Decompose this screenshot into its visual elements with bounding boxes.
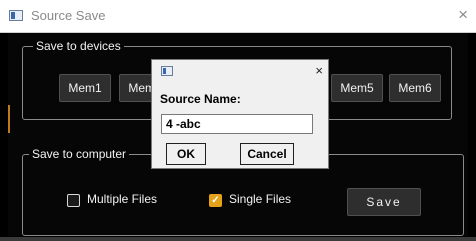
save-button[interactable]: Save [347,188,421,216]
dialog-window-icon [161,66,173,76]
source-name-label: Source Name: [160,92,241,106]
left-accent-bar [8,105,10,133]
ok-button[interactable]: OK [166,143,206,165]
source-name-input[interactable]: 4 -abc [161,114,313,134]
source-name-dialog: × Source Name: 4 -abc OK Cancel [151,59,329,169]
save-to-computer-title: Save to computer [29,147,130,161]
multiple-files-checkbox[interactable] [67,194,80,207]
window-title: Source Save [31,8,106,23]
mem5-button[interactable]: Mem5 [331,74,383,102]
app-window-icon [9,10,23,21]
multiple-files-label: Multiple Files [87,192,158,206]
bottom-status-strip [0,237,476,241]
dialog-close-icon[interactable]: × [315,63,323,78]
single-files-checkbox[interactable]: ✓ [209,194,222,207]
single-files-label: Single Files [229,192,292,206]
cancel-button[interactable]: Cancel [240,143,294,165]
title-bar: Source Save × [0,0,476,33]
close-icon[interactable]: × [458,5,468,25]
save-to-devices-title: Save to devices [33,39,124,53]
mem6-button[interactable]: Mem6 [389,74,441,102]
mem1-button[interactable]: Mem1 [59,74,111,102]
